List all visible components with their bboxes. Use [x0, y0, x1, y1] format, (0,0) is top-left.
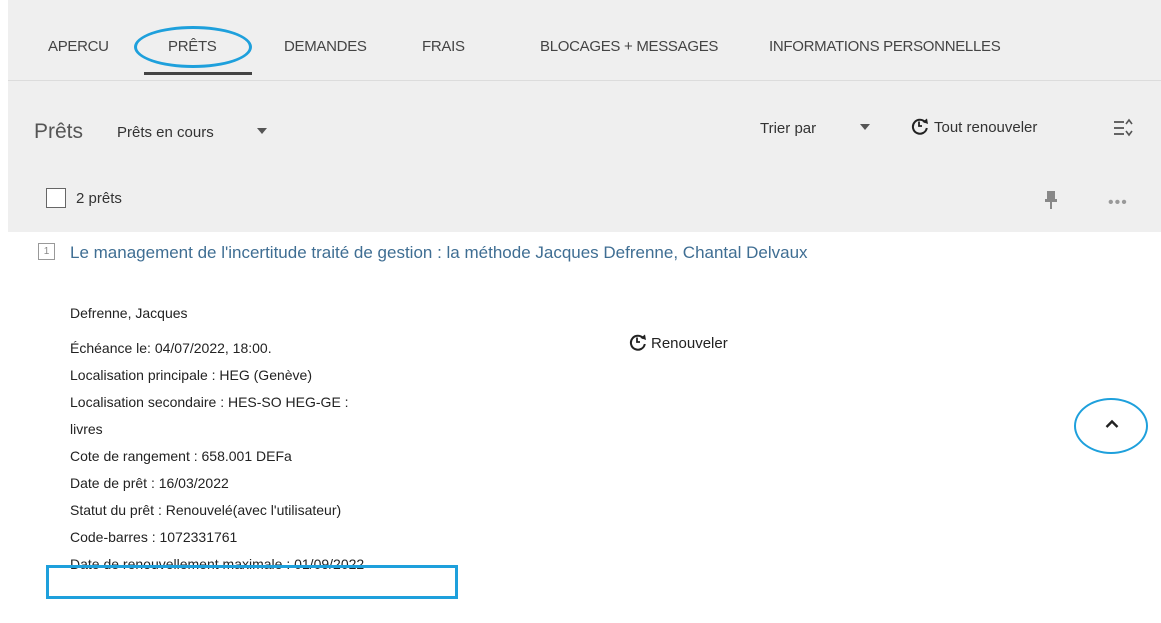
pin-icon[interactable] — [1044, 190, 1058, 215]
tab-apercu[interactable]: APERCU — [48, 38, 109, 55]
main-location: Localisation principale : HEG (Genève) — [70, 367, 313, 383]
loan-filter-value: Prêts en cours — [117, 124, 214, 141]
renew-label: Renouveler — [651, 335, 728, 352]
tab-blocages-messages[interactable]: BLOCAGES + MESSAGES — [540, 38, 718, 55]
due-date: Échéance le: 04/07/2022, 18:00. — [70, 340, 272, 356]
item-details: Échéance le: 04/07/2022, 18:00. Localisa… — [70, 335, 364, 578]
collapse-button[interactable] — [1074, 398, 1148, 454]
active-tab-indicator — [144, 72, 252, 75]
loan-filter-dropdown[interactable]: Prêts en cours — [117, 124, 267, 141]
page-title: Prêts — [34, 120, 84, 143]
call-number: Cote de rangement : 658.001 DEFa — [70, 448, 292, 464]
item-index: 1 — [38, 243, 55, 260]
tab-demandes[interactable]: DEMANDES — [284, 38, 367, 55]
loan-item-card: 1 Le management de l'incertitude traité … — [8, 232, 1161, 623]
tab-frais[interactable]: FRAIS — [422, 38, 465, 55]
loan-date: Date de prêt : 16/03/2022 — [70, 475, 229, 491]
sort-label: Trier par — [760, 120, 817, 137]
secondary-location-continued: livres — [70, 421, 103, 437]
loan-count: 2 prêts — [76, 190, 122, 207]
select-all-checkbox[interactable] — [46, 188, 66, 208]
renew-clock-icon — [911, 118, 928, 135]
sort-options-icon[interactable] — [1112, 116, 1134, 145]
more-icon[interactable]: ••• — [1108, 194, 1128, 212]
dropdown-caret-icon — [860, 124, 870, 130]
tab-informations-personnelles[interactable]: INFORMATIONS PERSONNELLES — [769, 38, 1001, 55]
chevron-up-icon — [1105, 419, 1119, 428]
renew-button[interactable]: Renouveler — [628, 332, 728, 352]
renew-all-label: Tout renouveler — [934, 119, 1038, 136]
item-author: Defrenne, Jacques — [70, 305, 188, 321]
loans-panel: APERCU PRÊTS DEMANDES FRAIS BLOCAGES + M… — [8, 0, 1161, 623]
sort-dropdown[interactable]: Trier par — [760, 120, 870, 137]
renew-all-button[interactable]: Tout renouveler — [910, 116, 1037, 136]
dropdown-caret-icon — [257, 128, 267, 134]
renew-clock-icon — [629, 334, 646, 351]
item-title-link[interactable]: Le management de l'incertitude traité de… — [70, 242, 830, 263]
barcode: Code-barres : 1072331761 — [70, 529, 238, 545]
secondary-location: Localisation secondaire : HES-SO HEG-GE … — [70, 394, 349, 410]
account-tabs: APERCU PRÊTS DEMANDES FRAIS BLOCAGES + M… — [8, 0, 1161, 81]
max-renewal-date: Date de renouvellement maximale : 01/09/… — [70, 556, 365, 572]
loan-status: Statut du prêt : Renouvelé(avec l'utilis… — [70, 502, 342, 518]
tab-prets[interactable]: PRÊTS — [168, 38, 217, 55]
